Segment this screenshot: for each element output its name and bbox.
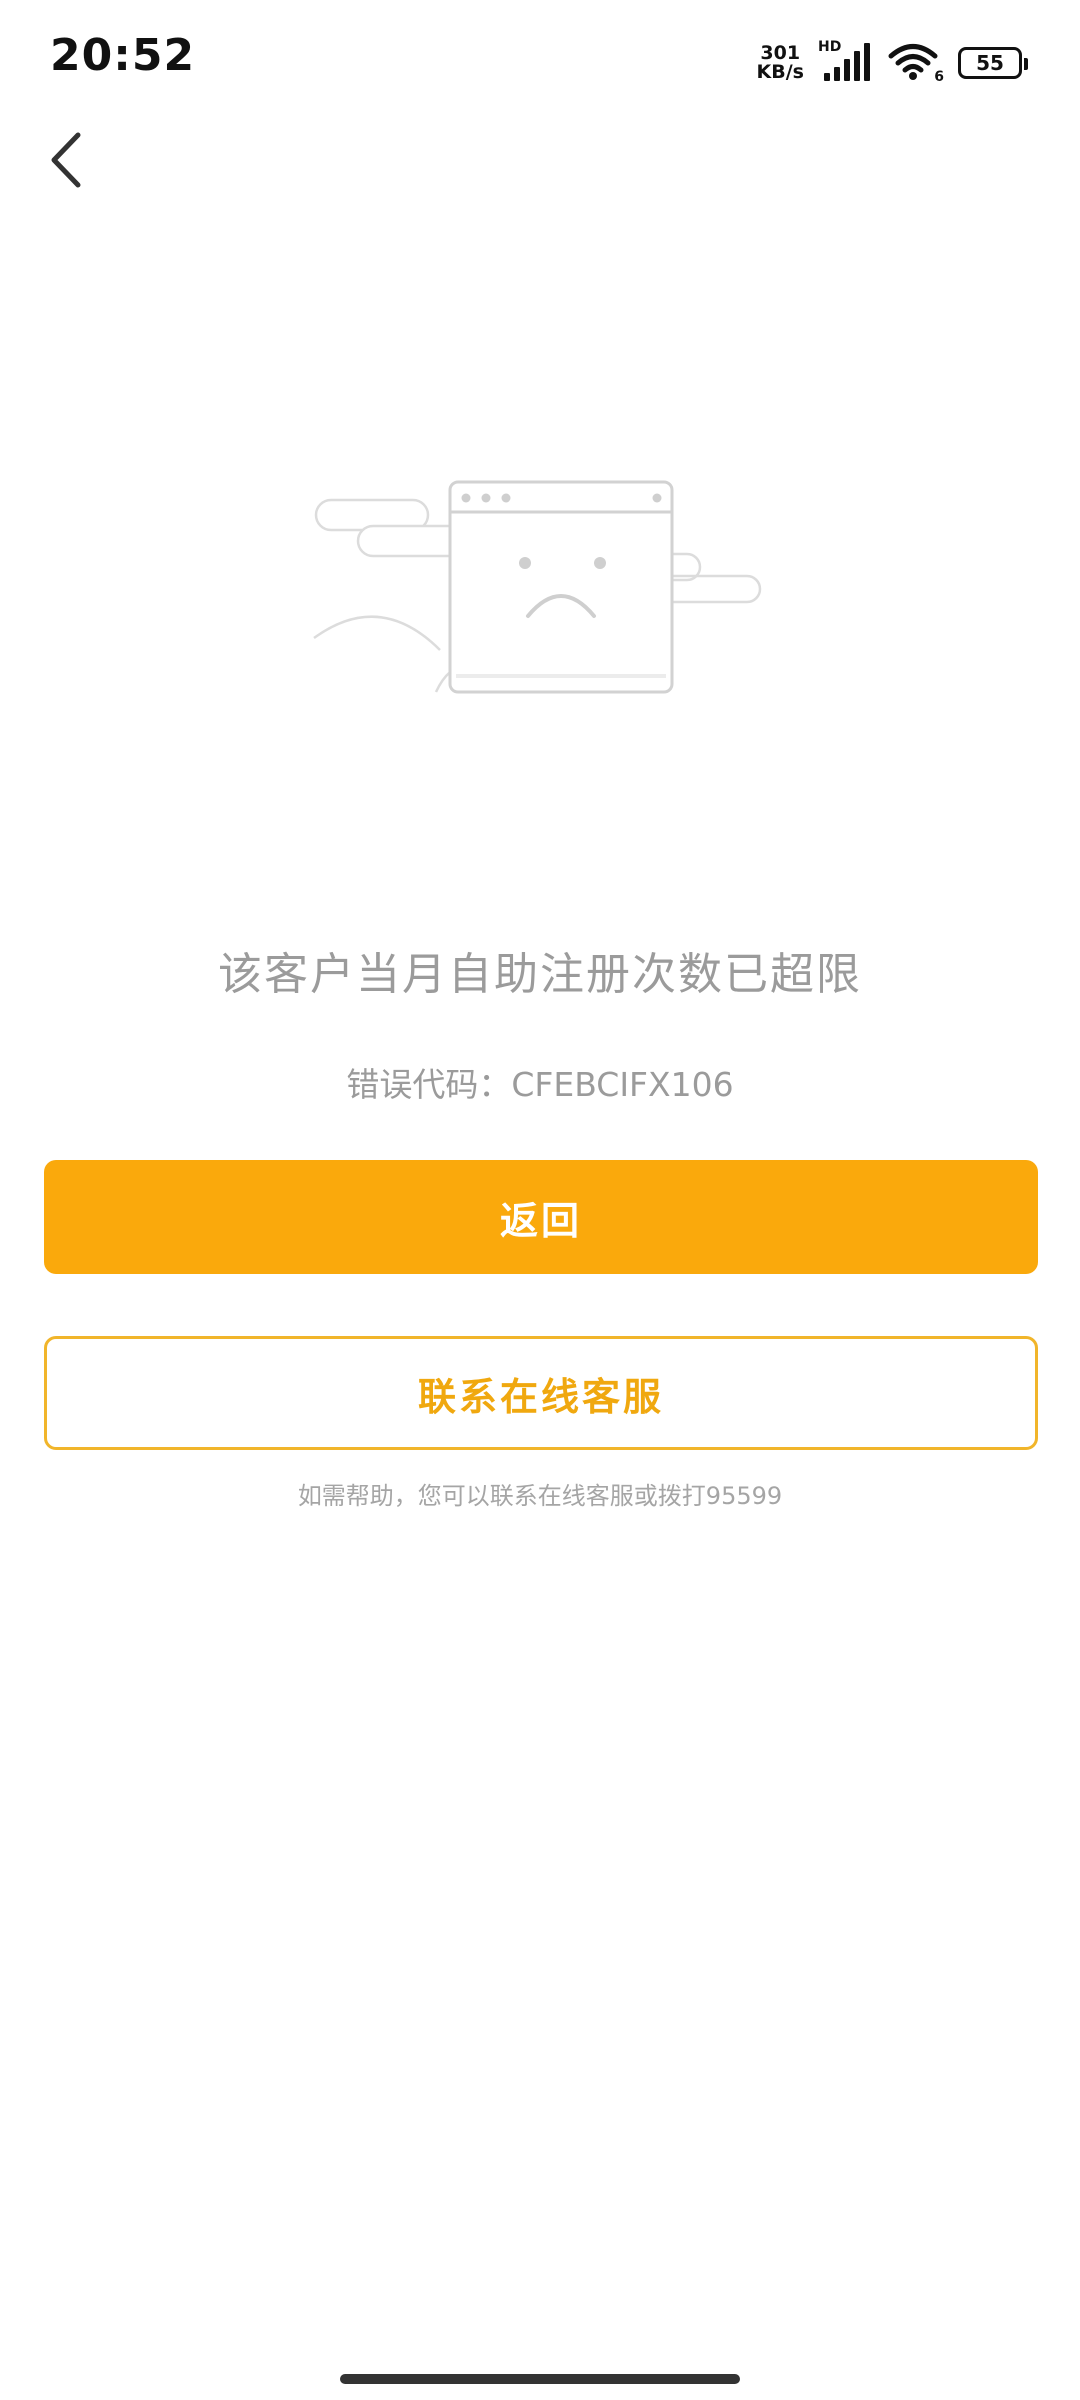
contact-service-button[interactable]: 联系在线客服 bbox=[44, 1336, 1038, 1450]
battery-icon: 55 bbox=[958, 47, 1028, 79]
chevron-left-icon bbox=[51, 132, 81, 188]
hd-label: HD bbox=[818, 39, 842, 55]
error-code: 错误代码：CFEBCIFX106 bbox=[346, 1065, 734, 1104]
wifi-badge: 6 bbox=[934, 69, 944, 85]
error-title: 该客户当月自助注册次数已超限 bbox=[218, 949, 862, 1000]
battery-level: 55 bbox=[976, 51, 1004, 75]
network-speed: 301 KB/s bbox=[757, 44, 804, 82]
sad-browser-window-illustration bbox=[300, 470, 770, 700]
cellular-signal-icon: HD bbox=[818, 39, 874, 83]
help-text: 如需帮助，您可以联系在线客服或拨打95599 bbox=[297, 1482, 783, 1510]
status-icons: 301 KB/s HD 6 55 bbox=[757, 39, 1028, 86]
wifi-icon: 6 bbox=[888, 43, 944, 85]
back-button[interactable] bbox=[36, 120, 96, 200]
status-time: 20:52 bbox=[50, 30, 196, 81]
network-speed-unit: KB/s bbox=[756, 61, 804, 83]
status-bar: 20:52 301 KB/s HD 6 55 bbox=[0, 0, 1080, 130]
return-button[interactable]: 返回 bbox=[44, 1160, 1038, 1274]
home-indicator[interactable] bbox=[340, 2374, 740, 2384]
